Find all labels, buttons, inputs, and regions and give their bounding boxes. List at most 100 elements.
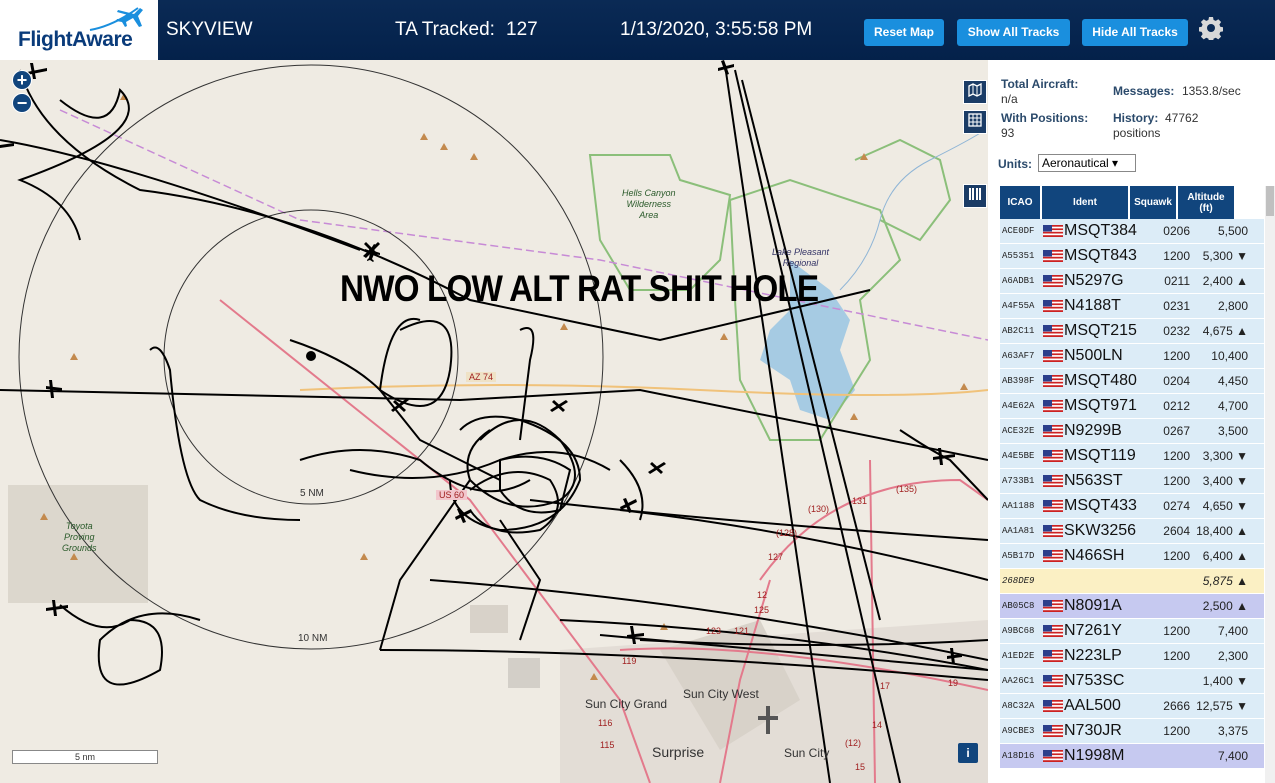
table-row[interactable]: AA26C1 N753SC 1,400 ▼ xyxy=(1000,669,1264,694)
show-all-tracks-button[interactable]: Show All Tracks xyxy=(957,19,1070,46)
cell-altitude: 2,500 ▲ xyxy=(1202,599,1248,613)
total-aircraft-value: n/a xyxy=(1001,92,1018,106)
columns-icon[interactable] xyxy=(963,184,987,208)
total-aircraft-label: Total Aircraft: xyxy=(1001,77,1079,91)
cell-altitude: 3,500 xyxy=(1217,424,1248,438)
gear-icon[interactable] xyxy=(1199,16,1223,40)
road-115: 115 xyxy=(600,740,615,750)
cell-altitude: 5,300 ▼ xyxy=(1202,249,1248,263)
info-button[interactable]: i xyxy=(958,743,978,763)
place-sun-city-grand: Sun City Grand xyxy=(585,697,668,711)
cell-ident: N223LP xyxy=(1064,647,1122,664)
table-row[interactable]: A18D16 N1998M 7,400 xyxy=(1000,744,1264,769)
cell-icao: AA26C1 xyxy=(1002,676,1035,686)
cell-icao: 268DE9 xyxy=(1002,576,1035,586)
cell-altitude: 12,575 ▼ xyxy=(1196,699,1248,713)
cell-flag xyxy=(1042,425,1064,437)
table-row[interactable]: ACE32E N9299B 0267 3,500 xyxy=(1000,419,1264,444)
col-altitude[interactable]: Altitude (ft) xyxy=(1178,186,1236,219)
zoom-out-button[interactable]: − xyxy=(12,93,32,113)
cell-altitude: 2,300 xyxy=(1217,649,1248,663)
cell-flag xyxy=(1042,450,1064,462)
table-row[interactable]: A733B1 N563ST 1200 3,400 ▼ xyxy=(1000,469,1264,494)
col-altitude-label: Altitude xyxy=(1187,191,1225,203)
lake-line-1: Lake Pleasant xyxy=(772,247,830,257)
cell-ident: AAL500 xyxy=(1064,697,1121,714)
reset-map-button[interactable]: Reset Map xyxy=(864,19,944,46)
table-row[interactable]: A4F55A N4188T 0231 2,800 xyxy=(1000,294,1264,319)
us-flag-icon xyxy=(1043,475,1063,487)
cell-altitude: 7,400 xyxy=(1217,624,1248,638)
wilderness-line-3: Area xyxy=(639,210,659,220)
cell-icao: A4E62A xyxy=(1002,401,1035,411)
table-row[interactable]: A6ADB1 N5297G 0211 2,400 ▲ xyxy=(1000,269,1264,294)
table-row[interactable]: AB398F MSQT480 0204 4,450 xyxy=(1000,369,1264,394)
flightaware-logo[interactable]: FlightAware xyxy=(0,0,160,60)
table-row[interactable]: AA1A81 SKW3256 2604 18,400 ▲ xyxy=(1000,519,1264,544)
clock-timestamp: 1/13/2020, 3:55:58 PM xyxy=(620,19,813,40)
hide-all-tracks-button[interactable]: Hide All Tracks xyxy=(1082,19,1188,46)
cell-ident: MSQT119 xyxy=(1064,447,1136,464)
us-flag-icon xyxy=(1043,450,1063,462)
cell-flag xyxy=(1042,250,1064,262)
with-positions-label: With Positions: xyxy=(1001,111,1089,125)
us-flag-icon xyxy=(1043,500,1063,512)
us-flag-icon xyxy=(1043,250,1063,262)
cell-altitude: 5,500 xyxy=(1217,224,1248,238)
table-row[interactable]: A9CBE3 N730JR 1200 3,375 xyxy=(1000,719,1264,744)
history-label: History: xyxy=(1113,111,1159,125)
table-row[interactable]: A4E5BE MSQT119 1200 3,300 ▼ xyxy=(1000,444,1264,469)
table-row[interactable]: 268DE9 5,875 ▲ xyxy=(1000,569,1264,594)
panel-scrollbar[interactable] xyxy=(1265,186,1275,783)
table-row[interactable]: AA1188 MSQT433 0274 4,650 ▼ xyxy=(1000,494,1264,519)
table-row[interactable]: A63AF7 N500LN 1200 10,400 xyxy=(1000,344,1264,369)
table-row[interactable]: A1ED2E N223LP 1200 2,300 xyxy=(1000,644,1264,669)
us-flag-icon xyxy=(1043,700,1063,712)
road-121: 121 xyxy=(734,626,750,636)
us-flag-icon xyxy=(1043,275,1063,287)
table-row[interactable]: A5B17D N466SH 1200 6,400 ▲ xyxy=(1000,544,1264,569)
us-flag-icon xyxy=(1043,425,1063,437)
cell-squawk: 0212 xyxy=(1163,399,1190,413)
table-row[interactable]: A9BC68 N7261Y 1200 7,400 xyxy=(1000,619,1264,644)
us-flag-icon xyxy=(1043,350,1063,362)
cell-flag xyxy=(1042,500,1064,512)
cell-altitude: 3,375 xyxy=(1217,724,1248,738)
ring-label-10nm: 10 NM xyxy=(298,633,328,644)
units-select[interactable]: Aeronautical ▾ xyxy=(1038,154,1136,172)
place-sun-city-west: Sun City West xyxy=(683,687,759,701)
road-17: 17 xyxy=(880,681,891,691)
road-123: 123 xyxy=(706,626,722,636)
cell-icao: ACE0DF xyxy=(1002,226,1035,236)
cell-altitude: 4,675 ▲ xyxy=(1202,324,1248,338)
col-icao[interactable]: ICAO xyxy=(1000,186,1042,219)
proving-line-2: Proving xyxy=(64,532,95,542)
us-flag-icon xyxy=(1043,650,1063,662)
cell-icao: A63AF7 xyxy=(1002,351,1035,361)
us-flag-icon xyxy=(1043,375,1063,387)
overlay-annotation: NWO LOW ALT RAT SHIT HOLE xyxy=(340,268,819,309)
history-value: 47762 xyxy=(1165,111,1199,125)
az74-label: AZ 74 xyxy=(466,372,497,382)
road-12: 12 xyxy=(757,590,768,600)
map-layers-icon[interactable] xyxy=(963,80,987,104)
table-row[interactable]: ACE0DF MSQT384 0206 5,500 xyxy=(1000,219,1264,244)
scroll-thumb[interactable] xyxy=(1266,186,1274,216)
table-row[interactable]: A55351 MSQT843 1200 5,300 ▼ xyxy=(1000,244,1264,269)
cell-ident: N563ST xyxy=(1064,472,1123,489)
cell-flag xyxy=(1042,625,1064,637)
table-row[interactable]: AB05C8 N8091A 2,500 ▲ xyxy=(1000,594,1264,619)
cell-flag xyxy=(1042,375,1064,387)
cell-icao: A1ED2E xyxy=(1002,651,1035,661)
grid-icon[interactable] xyxy=(963,110,987,134)
cell-altitude: 2,800 xyxy=(1217,299,1248,313)
col-ident[interactable]: Ident xyxy=(1042,186,1130,219)
col-squawk[interactable]: Squawk xyxy=(1130,186,1178,219)
cell-ident: MSQT215 xyxy=(1064,322,1137,339)
table-row[interactable]: AB2C11 MSQT215 0232 4,675 ▲ xyxy=(1000,319,1264,344)
table-row[interactable]: A8C32A AAL500 2666 12,575 ▼ xyxy=(1000,694,1264,719)
map-canvas[interactable]: Hells Canyon Wilderness Area Lake Pleasa… xyxy=(0,60,988,783)
cell-icao: A4F55A xyxy=(1002,301,1035,311)
table-row[interactable]: A4E62A MSQT971 0212 4,700 xyxy=(1000,394,1264,419)
zoom-in-button[interactable]: + xyxy=(12,70,32,90)
